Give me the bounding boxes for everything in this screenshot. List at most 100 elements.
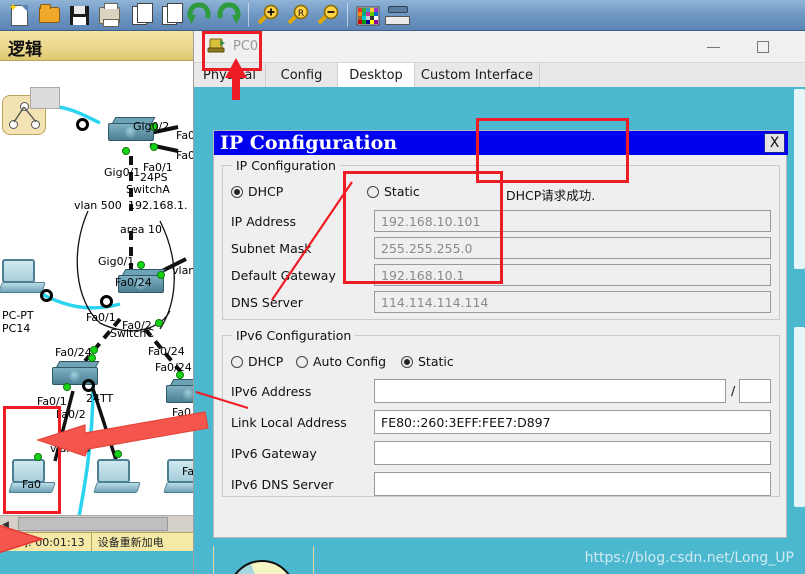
ipv6-prefix-separator: / [731, 383, 736, 398]
device-pc14[interactable] [0, 259, 46, 293]
scroll-thumb-upper[interactable] [794, 89, 805, 269]
scroll-thumb-lower[interactable] [794, 327, 805, 507]
redo-button[interactable] [214, 1, 244, 29]
minimize-icon [706, 46, 720, 48]
dns-server-input[interactable]: 114.114.114.114 [374, 291, 771, 313]
ipv6-static-radio[interactable]: Static [401, 354, 454, 369]
watermark: https://blog.csdn.net/Long_UP [584, 550, 794, 566]
link-midpoint-marker [40, 289, 53, 302]
ipv4-static-radio[interactable]: Static [367, 184, 420, 199]
topology-label: Fa0/1 [37, 395, 67, 408]
topology-label: vlan [172, 264, 193, 277]
link-status-dot [63, 383, 71, 391]
topology-label: Gig0/1 [98, 255, 135, 268]
device-switch-right[interactable] [166, 379, 193, 409]
device-window: PC0 ✕ Physical Config Desktop Custom Int… [193, 31, 805, 574]
topology-label: PC-PT [2, 309, 34, 322]
radio-unselected-icon [231, 355, 243, 368]
ip-address-input[interactable]: 192.168.10.101 [374, 210, 771, 232]
topology-panel: 逻辑 Gig0/2 Fa0 Fa0 Gig0/1 Fa0/1 24PS Swit… [0, 31, 193, 551]
link-local-address-input[interactable]: FE80::260:3EFF:FEE7:D897 [374, 410, 771, 434]
scroll-left-icon[interactable]: ◀ [2, 519, 9, 530]
ip-dialog-titlebar: IP Configuration X [214, 131, 788, 155]
radio-selected-icon [401, 355, 413, 368]
undo-arrow-icon [187, 2, 211, 26]
link-status-dot [114, 450, 122, 458]
tab-custom-interface[interactable]: Custom Interface [415, 63, 540, 87]
maximize-button[interactable] [746, 37, 780, 57]
zoom-out-button[interactable] [313, 1, 343, 29]
desktop-tab-panel: IP Configuration X IP Configuration DHCP… [194, 87, 805, 574]
link-status-dot [155, 319, 163, 327]
ipv6-dhcp-label: DHCP [248, 354, 284, 369]
ipv6-static-label: Static [418, 354, 454, 369]
zoom-out-icon [316, 4, 340, 26]
tab-desktop[interactable]: Desktop [338, 63, 415, 87]
ipv4-dhcp-radio[interactable]: DHCP [231, 184, 283, 199]
save-file-button[interactable] [64, 1, 94, 29]
ipv4-static-label: Static [384, 184, 420, 199]
ipv6-auto-config-radio[interactable]: Auto Config [296, 354, 386, 369]
new-file-button[interactable]: ✦ [4, 1, 34, 29]
ip-dialog-close-button[interactable]: X [764, 133, 785, 153]
ipv6-prefix-length-input[interactable] [739, 379, 771, 403]
zoom-in-button[interactable] [253, 1, 283, 29]
default-gateway-label: Default Gateway [231, 268, 336, 283]
topology-label: Gig0/2 [133, 120, 170, 133]
ipv6-configuration-group: IPv6 Configuration DHCP Auto Config Stat… [222, 328, 780, 497]
open-file-button[interactable] [34, 1, 64, 29]
topology-label: Fa0/2 [56, 408, 86, 421]
palette-button[interactable] [352, 1, 382, 29]
ipv4-dhcp-label: DHCP [248, 184, 284, 199]
tab-config[interactable]: Config [266, 63, 338, 87]
paste-button[interactable] [154, 1, 184, 29]
zoom-reset-button[interactable]: R [283, 1, 313, 29]
dhcp-status-message: DHCP请求成功. [506, 188, 596, 203]
device-pc1[interactable] [93, 459, 141, 493]
pc-device-icon [207, 38, 226, 54]
ipv6-dns-server-input[interactable] [374, 472, 771, 496]
topology-mode-label: 逻辑 [8, 40, 42, 60]
topology-canvas[interactable]: Gig0/2 Fa0 Fa0 Gig0/1 Fa0/1 24PS SwitchA vlan 5… [0, 61, 193, 532]
toolbar-divider-1 [248, 3, 249, 27]
redo-arrow-icon [217, 2, 241, 26]
topology-label: SwitchA [126, 183, 170, 196]
ipv4-group-label: IP Configuration [232, 158, 340, 173]
printer-icon [98, 2, 120, 27]
topology-label: Fa0 [172, 406, 192, 419]
link-status-dot [137, 261, 145, 269]
default-gateway-input[interactable]: 192.168.10.1 [374, 264, 771, 286]
pie-chart-icon [228, 560, 296, 574]
radio-selected-icon [231, 185, 243, 198]
ipv6-address-label: IPv6 Address [231, 384, 312, 399]
topology-label: vlan 10 [50, 442, 91, 455]
custom-devices-button[interactable] [382, 1, 412, 29]
tab-physical[interactable]: Physical [194, 63, 266, 87]
subnet-mask-input[interactable]: 255.255.255.0 [374, 237, 771, 259]
desktop-vertical-scrollbar[interactable] [793, 87, 805, 574]
new-document-icon: ✦ [9, 2, 28, 26]
dns-server-label: DNS Server [231, 295, 303, 310]
copy-button[interactable] [124, 1, 154, 29]
topology-label: Fa0 [176, 129, 193, 142]
ip-address-label: IP Address [231, 214, 296, 229]
save-disk-icon [69, 5, 89, 25]
minimize-button[interactable] [696, 37, 730, 57]
ipv6-group-label: IPv6 Configuration [232, 328, 356, 343]
close-button[interactable]: ✕ [794, 37, 805, 57]
topology-label: Fa0/24 [115, 276, 152, 289]
device-window-titlebar: PC0 ✕ [194, 31, 805, 63]
topology-label: Gig0/1 [104, 166, 141, 179]
print-button[interactable] [94, 1, 124, 29]
ipv6-address-input[interactable] [374, 379, 726, 403]
ipv6-gateway-input[interactable] [374, 441, 771, 465]
desktop-app-tile[interactable] [213, 546, 314, 574]
scroll-thumb[interactable] [18, 517, 168, 531]
topology-label: Fa0/1 [86, 311, 116, 324]
ipv6-dhcp-radio[interactable]: DHCP [231, 354, 283, 369]
topology-horizontal-scrollbar[interactable]: ◀ [0, 515, 193, 532]
link-local-address-label: Link Local Address [231, 415, 347, 430]
undo-button[interactable] [184, 1, 214, 29]
main-toolbar: ✦ R [0, 0, 805, 31]
topology-label: Fa0/24 [148, 345, 185, 358]
